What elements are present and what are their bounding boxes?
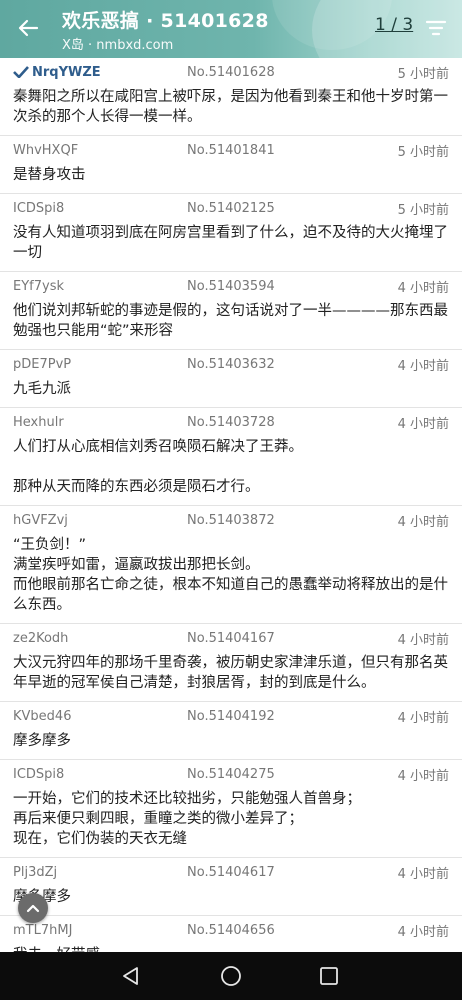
post-time: 4 小时前: [397, 710, 449, 726]
post-number[interactable]: No.51404617: [187, 865, 347, 880]
nav-back-icon[interactable]: [119, 964, 143, 988]
post-number[interactable]: No.51403594: [187, 279, 347, 294]
reply-list: NrqYWZE No.51401628 5 小时前 秦舞阳之所以在咸阳宫上被吓尿…: [0, 58, 462, 974]
post-time: 4 小时前: [397, 358, 449, 374]
page-indicator[interactable]: 1 / 3: [375, 15, 413, 35]
post-time: 5 小时前: [397, 202, 449, 218]
post-content: 是替身攻击: [13, 167, 86, 183]
post-item[interactable]: EYf7ysk No.51403594 4 小时前 他们说刘邦斩蛇的事迹是假的，…: [0, 272, 462, 350]
post-content: 没有人知道项羽到底在阿房宫里看到了什么，迫不及待的大火掩埋了一切: [13, 225, 448, 261]
post-author-id[interactable]: pDE7PvP: [13, 357, 187, 372]
chevron-up-icon: [26, 904, 40, 913]
post-author-id[interactable]: KVbed46: [13, 709, 187, 724]
post-number[interactable]: No.51401841: [187, 143, 347, 158]
post-number[interactable]: No.51403728: [187, 415, 347, 430]
post-content: 他们说刘邦斩蛇的事迹是假的，这句话说对了一半————那东西最勉强也只能用“蛇”来…: [13, 303, 448, 339]
post-content: 摩多摩多: [13, 886, 449, 915]
post-author-id: NrqYWZE: [32, 64, 101, 80]
post-number[interactable]: No.51404275: [187, 767, 347, 782]
post-time: 5 小时前: [397, 66, 449, 82]
post-author-id[interactable]: Hexhulr: [13, 415, 187, 430]
post-content: 秦舞阳之所以在咸阳宫上被吓尿，是因为他看到秦王和他十岁时第一次杀的那个人长得一模…: [13, 89, 448, 125]
post-number[interactable]: No.51404167: [187, 631, 347, 646]
post-content: 一开始，它们的技术还比较拙劣，只能勉强人首兽身； 再后来便只剩四眼，重瞳之类的微…: [13, 791, 361, 847]
post-author-id[interactable]: WhvHXQF: [13, 143, 187, 158]
post-meta: KVbed46 No.51404192 4 小时前: [13, 702, 449, 730]
post-meta: hGVFZvj No.51403872 4 小时前: [13, 506, 449, 534]
post-author-id[interactable]: Plj3dZj: [13, 865, 187, 880]
post-time: 4 小时前: [397, 924, 449, 940]
post-author[interactable]: NrqYWZE: [13, 65, 187, 80]
filter-icon[interactable]: [425, 17, 447, 39]
post-meta: ze2Kodh No.51404167 4 小时前: [13, 624, 449, 652]
post-content: 九毛九派: [13, 381, 71, 397]
post-number[interactable]: No.51404656: [187, 923, 347, 938]
post-author-id[interactable]: hGVFZvj: [13, 513, 187, 528]
post-item[interactable]: ze2Kodh No.51404167 4 小时前 大汉元狩四年的那场千里奇袭，…: [0, 624, 462, 702]
post-time: 5 小时前: [397, 144, 449, 160]
post-author-id[interactable]: ICDSpi8: [13, 201, 187, 216]
post-meta: pDE7PvP No.51403632 4 小时前: [13, 350, 449, 378]
post-author-id[interactable]: ICDSpi8: [13, 767, 187, 782]
post-item[interactable]: WhvHXQF No.51401841 5 小时前 是替身攻击: [0, 136, 462, 194]
post-content: 大汉元狩四年的那场千里奇袭，被历朝史家津津乐道，但只有那名英年早逝的冠军侯自己清…: [13, 655, 448, 691]
post-item[interactable]: KVbed46 No.51404192 4 小时前 摩多摩多: [0, 702, 462, 760]
post-meta: mTL7hMJ No.51404656 4 小时前: [13, 916, 449, 944]
site-subtitle: X岛 · nmbxd.com: [62, 38, 174, 53]
post-author-id[interactable]: EYf7ysk: [13, 279, 187, 294]
post-item[interactable]: ICDSpi8 No.51402125 5 小时前 没有人知道项羽到底在阿房宫里…: [0, 194, 462, 272]
post-time: 4 小时前: [397, 416, 449, 432]
post-item[interactable]: pDE7PvP No.51403632 4 小时前 九毛九派: [0, 350, 462, 408]
post-number[interactable]: No.51404192: [187, 709, 347, 724]
post-time: 4 小时前: [397, 280, 449, 296]
op-check-icon: [13, 65, 29, 79]
post-meta: EYf7ysk No.51403594 4 小时前: [13, 272, 449, 300]
post-content: “王负剑！” 满堂疾呼如雷，逼嬴政拔出那把长剑。 而他眼前那名亡命之徒，根本不知…: [13, 537, 448, 613]
post-meta: WhvHXQF No.51401841 5 小时前: [13, 136, 449, 164]
post-meta: ICDSpi8 No.51404275 4 小时前: [13, 760, 449, 788]
nav-recents-icon[interactable]: [317, 964, 341, 988]
top-app-bar: 欢乐恶搞 · 51401628 X岛 · nmbxd.com 1 / 3: [0, 0, 462, 58]
post-content: 摩多摩多: [13, 733, 71, 749]
system-navigation-bar: [0, 952, 462, 1000]
post-item[interactable]: NrqYWZE No.51401628 5 小时前 秦舞阳之所以在咸阳宫上被吓尿…: [0, 58, 462, 136]
post-time: 4 小时前: [397, 514, 449, 530]
post-number[interactable]: No.51403872: [187, 513, 347, 528]
thread-title: 欢乐恶搞 · 51401628: [62, 10, 269, 32]
post-item[interactable]: Hexhulr No.51403728 4 小时前 人们打从心底相信刘秀召唤陨石…: [0, 408, 462, 506]
post-author-id[interactable]: ze2Kodh: [13, 631, 187, 646]
post-meta: Hexhulr No.51403728 4 小时前: [13, 408, 449, 436]
nav-home-icon[interactable]: [219, 964, 243, 988]
post-time: 4 小时前: [397, 866, 449, 882]
post-author-id[interactable]: mTL7hMJ: [13, 923, 187, 938]
scroll-to-top-button[interactable]: [18, 893, 48, 923]
back-arrow-icon[interactable]: [14, 14, 42, 42]
post-meta: Plj3dZj No.51404617 4 小时前: [13, 858, 449, 886]
post-content: 人们打从心底相信刘秀召唤陨石解决了王莽。 那种从天而降的东西必须是陨石才行。: [13, 439, 303, 495]
post-time: 4 小时前: [397, 768, 449, 784]
post-meta: ICDSpi8 No.51402125 5 小时前: [13, 194, 449, 222]
post-item[interactable]: Plj3dZj No.51404617 4 小时前 摩多摩多: [0, 858, 462, 916]
post-number[interactable]: No.51401628: [187, 65, 347, 80]
post-item[interactable]: ICDSpi8 No.51404275 4 小时前 一开始，它们的技术还比较拙劣…: [0, 760, 462, 858]
post-number[interactable]: No.51403632: [187, 357, 347, 372]
post-number[interactable]: No.51402125: [187, 201, 347, 216]
post-time: 4 小时前: [397, 632, 449, 648]
post-item[interactable]: hGVFZvj No.51403872 4 小时前 “王负剑！” 满堂疾呼如雷，…: [0, 506, 462, 624]
post-meta: NrqYWZE No.51401628 5 小时前: [13, 58, 449, 86]
